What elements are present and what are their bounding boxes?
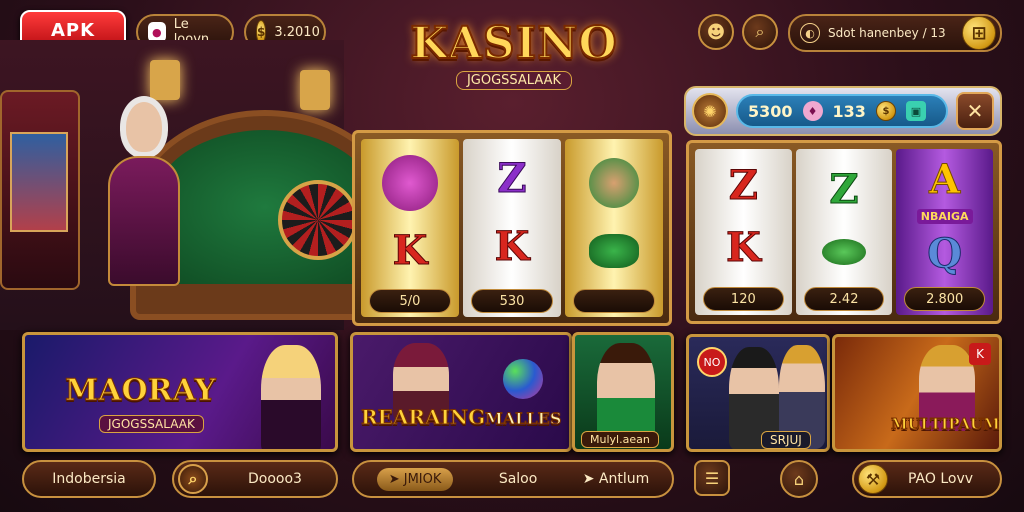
reel: A NBAIGA Q 2.800 bbox=[896, 149, 994, 315]
clover-symbol-icon bbox=[589, 234, 639, 268]
tab-antlum[interactable]: ➤ Antlum bbox=[583, 471, 650, 487]
grid-menu-icon[interactable]: ⊞ bbox=[962, 16, 996, 50]
tab-saloo[interactable]: Saloo bbox=[499, 471, 538, 487]
arcade-screen bbox=[10, 132, 68, 232]
game-card-rearaing[interactable]: REARAING MALLES bbox=[350, 332, 572, 452]
balance-bar: ✺ 5300 ♦ 133 $ ▣ ✕ bbox=[684, 86, 1002, 136]
table-felt bbox=[152, 130, 378, 284]
logo-label: APK bbox=[50, 19, 96, 41]
card-title: MULTIPAUMY bbox=[890, 415, 1002, 434]
reel bbox=[565, 139, 663, 317]
chest-icon: ▣ bbox=[905, 101, 926, 121]
badge: NO bbox=[697, 347, 727, 377]
account-label: PAO Lovv bbox=[908, 471, 974, 487]
dealer-body bbox=[108, 156, 180, 286]
reel-symbol: Z bbox=[728, 162, 758, 209]
reel-label: 120 bbox=[703, 287, 784, 311]
info-icon: ◐ bbox=[800, 23, 820, 43]
reel: K 5/0 bbox=[361, 139, 459, 317]
coin-icon: $ bbox=[875, 101, 896, 121]
slot-machine-left[interactable]: K 5/0 Z K 530 bbox=[352, 130, 672, 326]
gem-icon bbox=[503, 359, 543, 399]
character-portrait bbox=[261, 345, 321, 449]
reel-symbol: K bbox=[725, 224, 761, 271]
game-card-srjuu[interactable]: NO SRJUJ bbox=[686, 334, 830, 452]
emblem-icon[interactable]: ☻ bbox=[698, 14, 734, 50]
reel-symbol: K bbox=[494, 223, 530, 270]
roulette-wheel bbox=[278, 180, 358, 260]
bet-amount: 133 bbox=[832, 101, 866, 121]
profile-icon: ● bbox=[148, 22, 166, 42]
reel-label: 2.42 bbox=[803, 287, 885, 311]
lamp-icon bbox=[300, 70, 330, 110]
dealer-head bbox=[120, 96, 168, 158]
close-icon[interactable]: ✕ bbox=[956, 92, 994, 130]
tab-label: JMIOK bbox=[403, 471, 442, 487]
title-main: KASINO bbox=[409, 17, 618, 70]
region-label: Indobersia bbox=[52, 471, 126, 487]
search-icon[interactable]: ⌕ bbox=[178, 464, 208, 494]
reel-banner: NBAIGA bbox=[916, 209, 973, 225]
character-portrait bbox=[597, 343, 655, 443]
card-subtitle: JGOGSSALAAK bbox=[99, 415, 204, 433]
notification-pill[interactable]: ◐ Sdot hanenbey / 13 ⊞ bbox=[788, 14, 1002, 52]
tab-bar: ➤ JMIOK Saloo ➤ Antlum bbox=[352, 460, 674, 498]
reel-symbol: K bbox=[392, 227, 428, 274]
hat-symbol-icon bbox=[382, 155, 438, 211]
list-icon[interactable]: ☰ bbox=[694, 460, 730, 496]
reel: Z K 120 bbox=[695, 149, 792, 315]
game-title: KASINO JGOGSSALAAK bbox=[344, 17, 684, 104]
close-icon[interactable]: K bbox=[969, 343, 991, 365]
card-label: Mulyl.aean bbox=[581, 431, 659, 448]
dealer-character bbox=[108, 96, 180, 286]
card-title: REARAING bbox=[360, 405, 486, 430]
coins-value: 3.2010 bbox=[274, 24, 320, 40]
wheel-icon[interactable]: ✺ bbox=[692, 93, 728, 129]
card-label: SRJUJ bbox=[761, 431, 811, 449]
balance-amount: 5300 bbox=[748, 101, 793, 121]
balance-display: 5300 ♦ 133 $ ▣ bbox=[736, 94, 948, 128]
reel-symbol: Q bbox=[927, 230, 963, 278]
account-button[interactable]: ⚒ PAO Lovv bbox=[852, 460, 1002, 498]
reel-symbol: Z bbox=[829, 165, 859, 213]
game-card-maoray[interactable]: MAORAY JGOGSSALAAK bbox=[22, 332, 338, 452]
tab-jmiok[interactable]: ➤ JMIOK bbox=[376, 467, 454, 491]
coin-icon: ⚒ bbox=[858, 464, 888, 494]
search-value: Doooo3 bbox=[248, 471, 302, 487]
tab-label: Antlum bbox=[598, 471, 650, 487]
game-card-mulylean[interactable]: Mulyl.aean bbox=[572, 332, 674, 452]
title-sub: JGOGSSALAAK bbox=[455, 71, 573, 90]
notification-text: Sdot hanenbey / 13 bbox=[828, 26, 946, 40]
card-extra: MALLES bbox=[484, 409, 562, 429]
game-card-multipaumy[interactable]: MULTIPAUMY K bbox=[832, 334, 1002, 452]
card-title: MAORAY bbox=[65, 373, 217, 409]
reel-label: 2.800 bbox=[904, 287, 986, 311]
lamp-icon bbox=[150, 60, 180, 100]
reel-symbol: Z bbox=[497, 155, 527, 202]
reel-label: 5/0 bbox=[369, 289, 451, 313]
slot-machine-right[interactable]: Z K 120 Z 2.42 A NBAIGA Q 2.800 bbox=[686, 140, 1002, 324]
reel: Z K 530 bbox=[463, 139, 561, 317]
reel-label bbox=[573, 289, 655, 313]
melon-symbol-icon bbox=[822, 238, 866, 265]
leprechaun-symbol-icon bbox=[589, 158, 639, 208]
gem-icon: ♦ bbox=[802, 101, 823, 121]
home-icon[interactable]: ⌂ bbox=[780, 460, 818, 498]
search-field[interactable]: ⌕ Doooo3 bbox=[172, 460, 338, 498]
reel-symbol: A bbox=[929, 155, 961, 203]
arcade-machine bbox=[0, 90, 80, 290]
region-button[interactable]: Indobersia bbox=[22, 460, 156, 498]
search-icon[interactable]: ⌕ bbox=[742, 14, 778, 50]
reel-label: 530 bbox=[471, 289, 553, 313]
reel: Z 2.42 bbox=[795, 149, 893, 315]
